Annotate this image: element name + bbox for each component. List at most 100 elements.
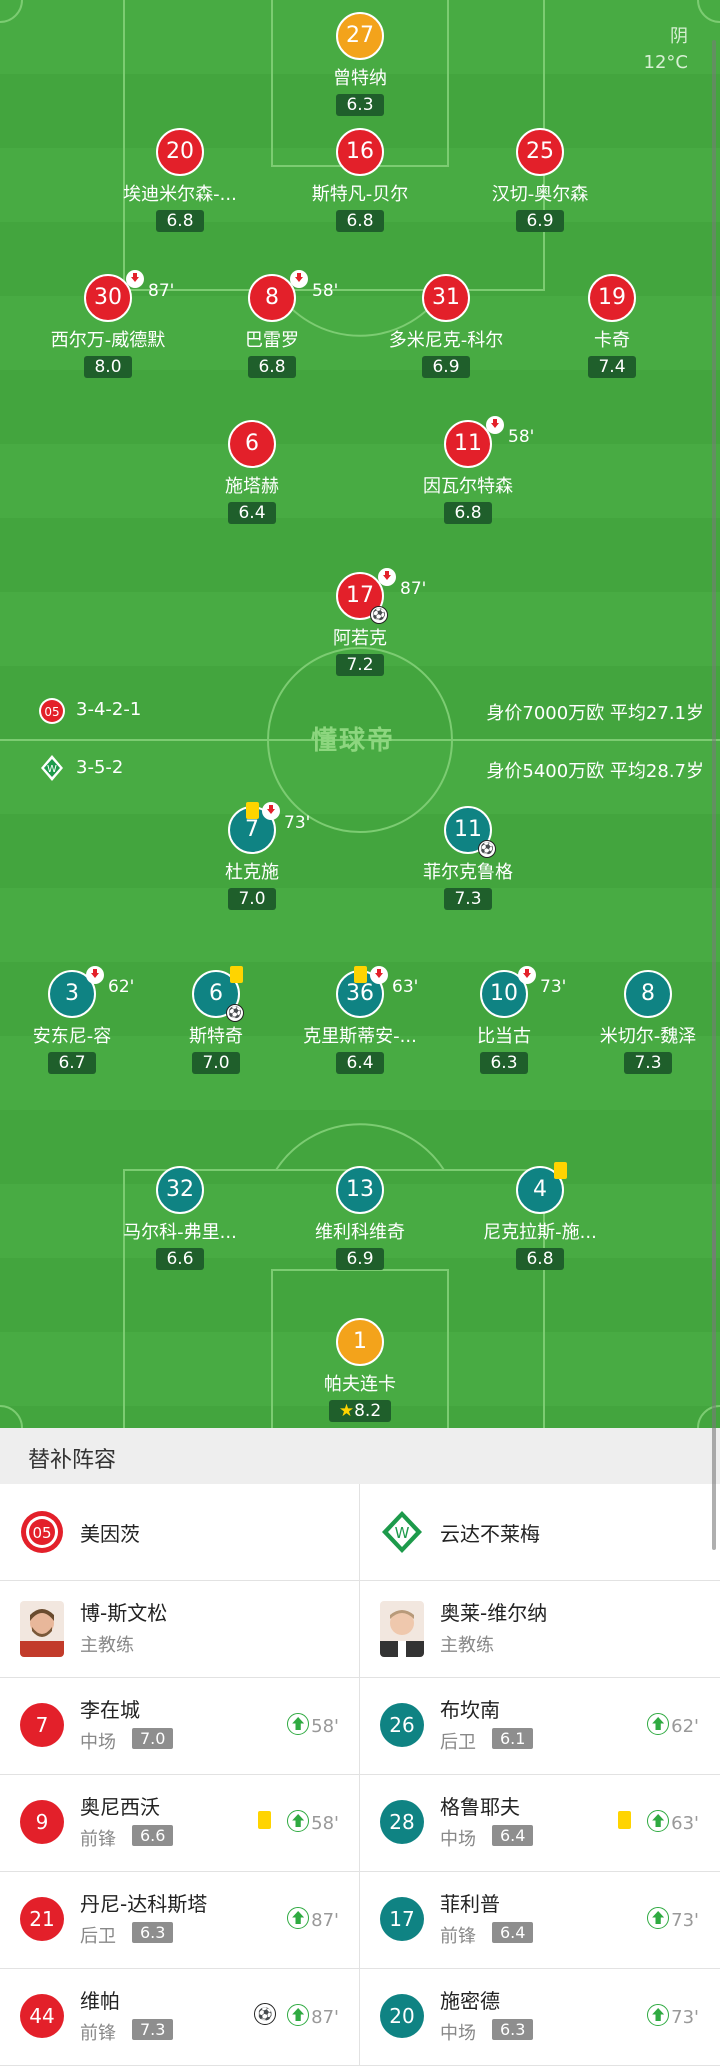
away-sub-cell[interactable]: 28 格鲁耶夫 中场 6.4 63': [360, 1775, 719, 1871]
player-rating: 6.4: [228, 502, 276, 524]
player-rating: 7.3: [444, 888, 492, 910]
sub-on-icon: [287, 1907, 310, 1929]
home-sub-cell[interactable]: 21 丹尼-达科斯塔 后卫 6.3 87': [0, 1872, 360, 1968]
home-player-25[interactable]: 25 汉切-奥尔森 6.9: [450, 128, 630, 232]
away-sub-cell[interactable]: 26 布坎南 后卫 6.1 62': [360, 1678, 719, 1774]
scrollbar-subs[interactable]: [712, 1230, 716, 1550]
home-player-11[interactable]: 11 58' 因瓦尔特森 6.8: [378, 416, 558, 524]
watermark: 懂球帝: [311, 726, 396, 756]
sub-number: 17: [380, 1897, 424, 1941]
home-player-16[interactable]: 16 斯特凡-贝尔 6.8: [270, 128, 450, 232]
sub-row: 21 丹尼-达科斯塔 后卫 6.3 87' 17 菲利普 前锋 6.4 73': [0, 1872, 720, 1969]
yellow-card-icon: [230, 966, 243, 983]
home-coach-cell[interactable]: 博-斯文松 主教练: [0, 1581, 360, 1677]
coach-row: 博-斯文松 主教练 奥莱-维尔纳 主教练: [0, 1581, 720, 1678]
sub-row: 44 维帕 前锋 7.3 ⚽ 87' 20 施密德 中场 6.3 73': [0, 1969, 720, 2066]
away-player-4[interactable]: 4 尼克拉斯-施... 6.8: [450, 1162, 630, 1270]
sub-on-icon: [647, 1907, 670, 1929]
sub-on-icon: [287, 2004, 310, 2026]
home-player-31[interactable]: 31 多米尼克-科尔 6.9: [356, 274, 536, 378]
player-number: 13: [336, 1166, 384, 1214]
home-sub-cell[interactable]: 44 维帕 前锋 7.3 ⚽ 87': [0, 1969, 360, 2065]
player-rating: 6.6: [156, 1248, 204, 1270]
sub-position: 后卫: [440, 1732, 476, 1753]
sub-off-icon: [86, 966, 104, 984]
sub-in-time: 58': [311, 1813, 339, 1834]
sub-row: 9 奥尼西沃 前锋 6.6 58' 28 格鲁耶夫 中场 6.4 63': [0, 1775, 720, 1872]
player-number: 31: [422, 274, 470, 322]
away-player-32[interactable]: 32 马尔科-弗里... 6.6: [90, 1166, 270, 1270]
away-sub-cell[interactable]: 17 菲利普 前锋 6.4 73': [360, 1872, 719, 1968]
subs-grid: 05 美因茨 W 云达不莱梅 博-斯文松 主教练 奥莱-维尔纳 主教练 7 李在…: [0, 1484, 720, 2066]
sub-off-icon: [378, 568, 396, 586]
sub-on-icon: [287, 1810, 310, 1832]
mainz-logo-icon: 05: [21, 1511, 63, 1553]
away-team-name: 云达不莱梅: [440, 1522, 540, 1546]
player-rating: 6.8: [516, 1248, 564, 1270]
goal-ball-icon: ⚽: [478, 840, 496, 858]
home-player-6[interactable]: 6 施塔赫 6.4: [162, 420, 342, 524]
sub-number: 26: [380, 1703, 424, 1747]
sub-name: 李在城: [80, 1698, 140, 1722]
player-name: 米切尔-魏泽: [599, 1026, 697, 1047]
away-player-8[interactable]: 8 米切尔-魏泽 7.3: [558, 970, 720, 1074]
sub-in-time: 87': [311, 1910, 339, 1931]
sub-on-icon: [647, 1810, 670, 1832]
player-number: 17 87' ⚽: [336, 568, 426, 624]
svg-text:05: 05: [32, 1524, 51, 1542]
player-number: 11 58': [444, 416, 534, 468]
player-name: 巴雷罗: [245, 330, 299, 351]
player-name: 马尔科-弗里...: [123, 1222, 237, 1243]
sub-number: 9: [20, 1800, 64, 1844]
player-rating: 6.3: [480, 1052, 528, 1074]
player-name: 维利科维奇: [315, 1222, 405, 1243]
away-team-cell[interactable]: W 云达不莱梅: [360, 1484, 719, 1580]
player-rating: 6.4: [336, 1052, 384, 1074]
away-coach-cell[interactable]: 奥莱-维尔纳 主教练: [360, 1581, 719, 1677]
sub-off-time: 58': [312, 281, 339, 301]
sub-number: 28: [380, 1800, 424, 1844]
sub-position: 中场: [440, 1829, 476, 1850]
player-rating: 6.3: [336, 94, 384, 116]
sub-in-time: 63': [671, 1813, 699, 1834]
away-player-11[interactable]: 11 ⚽ 菲尔克鲁格 7.3: [378, 806, 558, 910]
away-formation: 3-5-2: [76, 757, 124, 778]
player-rating: 6.9: [422, 356, 470, 378]
coach-name: 博-斯文松: [80, 1601, 168, 1625]
home-formation: 3-4-2-1: [76, 699, 142, 720]
sub-in-info: 58': [287, 1810, 339, 1834]
player-name: 杜克施: [225, 862, 279, 883]
scrollbar[interactable]: [712, 40, 716, 1280]
away-player-1[interactable]: 1 帕夫连卡 ★8.2: [270, 1318, 450, 1422]
goal-ball-icon: ⚽: [254, 2003, 276, 2025]
yellow-card-icon: [258, 1811, 271, 1829]
sub-in-info: 73': [647, 1907, 699, 1931]
home-player-20[interactable]: 20 埃迪米尔森-... 6.8: [90, 128, 270, 232]
player-name: 施塔赫: [225, 476, 279, 497]
home-sub-cell[interactable]: 7 李在城 中场 7.0 58': [0, 1678, 360, 1774]
away-player-7[interactable]: 7 73' 杜克施 7.0: [162, 802, 342, 910]
home-sub-cell[interactable]: 9 奥尼西沃 前锋 6.6 58': [0, 1775, 360, 1871]
away-sub-cell[interactable]: 20 施密德 中场 6.3 73': [360, 1969, 719, 2065]
sub-off-time: 87': [400, 579, 427, 599]
player-rating: 6.8: [444, 502, 492, 524]
player-number: 6: [228, 420, 276, 468]
player-number: 6 ⚽: [192, 966, 244, 1022]
svg-text:W: W: [47, 764, 57, 775]
player-name: 埃迪米尔森-...: [123, 184, 237, 205]
sub-rating: 6.4: [492, 1922, 534, 1943]
home-player-27[interactable]: 27 曾特纳 6.3: [270, 12, 450, 116]
home-player-30[interactable]: 30 87' 西尔万-威德默 8.0: [18, 270, 198, 378]
home-player-17[interactable]: 17 87' ⚽ 阿若克 7.2: [270, 568, 450, 676]
sub-on-icon: [647, 1713, 670, 1735]
home-player-8[interactable]: 8 58' 巴雷罗 6.8: [182, 270, 362, 378]
home-team-cell[interactable]: 05 美因茨: [0, 1484, 360, 1580]
sub-in-time: 58': [311, 1716, 339, 1737]
goal-ball-icon: ⚽: [370, 606, 388, 624]
coach-role: 主教练: [80, 1635, 134, 1656]
away-player-13[interactable]: 13 维利科维奇 6.9: [270, 1166, 450, 1270]
yellow-card-icon: [618, 1811, 631, 1829]
home-value: 身价7000万欧 平均27.1岁: [486, 703, 704, 724]
player-name: 阿若克: [333, 628, 387, 649]
home-player-19[interactable]: 19 卡奇 7.4: [522, 274, 702, 378]
